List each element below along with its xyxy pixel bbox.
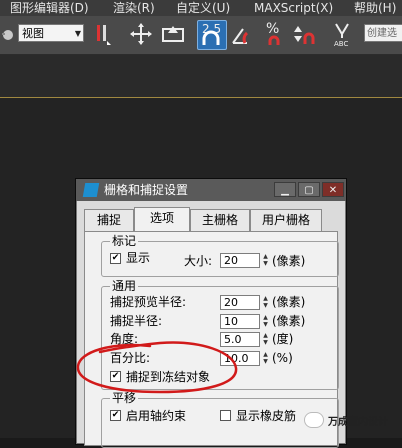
angle-label: 角度: <box>110 332 139 346</box>
marker-group-label: 标记 <box>110 233 139 249</box>
translation-group-label: 平移 <box>110 390 139 406</box>
percent-unit: (%) <box>272 351 293 365</box>
minimize-icon: ▁ <box>281 185 289 196</box>
snap-radius-label: 捕捉半径: <box>110 314 163 328</box>
watermark-text: 万成室内设计 <box>328 416 388 428</box>
app-icon <box>82 183 100 197</box>
menu-bar: 图形编辑器(D) 渲染(R) 自定义(U) MAXScript(X) 帮助(H) <box>0 0 402 16</box>
snap-preview-radius-label: 捕捉预览半径: <box>110 295 187 309</box>
view-dropdown-value: 视图 <box>22 27 44 40</box>
pivot-icon[interactable] <box>90 21 114 47</box>
display-marker-label: 显示 <box>126 251 151 265</box>
snap-radius-unit: (像素) <box>272 314 306 328</box>
angle-spinner[interactable]: ▲ ▼ <box>261 332 270 347</box>
rubber-band-checkbox[interactable] <box>220 410 231 421</box>
menu-help[interactable]: 帮助(H) <box>354 0 396 16</box>
restore-icon: ▢ <box>304 185 314 196</box>
chat-icon <box>304 412 324 428</box>
snap-preview-radius-input[interactable]: 20 <box>220 295 260 310</box>
snap-to-frozen-label: 捕捉到冻结对象 <box>126 370 211 384</box>
keyboard-shortcut-icon[interactable] <box>160 21 186 47</box>
display-marker-checkbox[interactable]: ✔ <box>110 253 121 264</box>
grid-snap-settings-dialog: 栅格和捕捉设置 ▁ ▢ ✕ 捕捉 选项 主栅格 用户栅格 标记 ✔ 显示 大小:… <box>75 178 347 448</box>
selection-set-field[interactable]: 创建选 <box>364 24 402 42</box>
restore-button[interactable]: ▢ <box>298 182 320 197</box>
menu-maxscript[interactable]: MAXScript(X) <box>254 0 333 16</box>
rubber-band-label: 显示橡皮筋 <box>236 409 297 423</box>
axis-constraint-label: 启用轴约束 <box>126 409 187 423</box>
select-move-icon[interactable] <box>128 21 154 47</box>
marker-size-unit: (像素) <box>272 254 306 268</box>
edit-named-selection-icon[interactable]: ABC <box>330 21 356 48</box>
snap-to-frozen-checkbox[interactable]: ✔ <box>110 371 121 382</box>
menu-customize[interactable]: 自定义(U) <box>176 0 230 16</box>
main-toolbar: 视图 ▼ 2.5 % ABC 创建选 <box>0 16 402 55</box>
dialog-title: 栅格和捕捉设置 <box>104 183 189 197</box>
close-button[interactable]: ✕ <box>322 182 344 197</box>
tab-snaps[interactable]: 捕捉 <box>84 209 134 231</box>
percent-snap-icon[interactable]: % <box>262 21 286 47</box>
spinner-snap-icon[interactable] <box>292 21 318 47</box>
command-strip <box>0 55 402 97</box>
general-group-label: 通用 <box>110 278 139 294</box>
percent-label: 百分比: <box>110 351 151 365</box>
axis-constraint-checkbox[interactable]: ✔ <box>110 410 121 421</box>
minimize-button[interactable]: ▁ <box>274 182 296 197</box>
marker-size-label: 大小: <box>184 254 213 268</box>
teapot-icon[interactable] <box>0 21 16 47</box>
angle-input[interactable]: 5.0 <box>220 332 260 347</box>
dialog-titlebar[interactable]: 栅格和捕捉设置 ▁ ▢ ✕ <box>76 179 346 201</box>
snap-preview-radius-spinner[interactable]: ▲ ▼ <box>261 295 270 310</box>
tab-home-grid[interactable]: 主栅格 <box>190 209 250 231</box>
general-group: 通用 捕捉预览半径: 20 ▲ ▼ (像素) 捕捉半径: 10 ▲ ▼ (像素) 角… <box>101 278 339 390</box>
close-icon: ✕ <box>328 185 338 196</box>
angle-unit: (度) <box>272 332 294 346</box>
watermark: 万成室内设计 <box>304 410 388 430</box>
menu-graph-editors[interactable]: 图形编辑器(D) <box>10 0 89 16</box>
abc-label: ABC <box>334 40 349 48</box>
angle-snap-icon[interactable] <box>230 21 256 47</box>
snap-toggle-button[interactable]: 2.5 <box>197 20 227 50</box>
options-panel: 标记 ✔ 显示 大小: 20 ▲ ▼ (像素) 通用 捕捉预览半径: 20 ▲ ▼ … <box>84 231 339 448</box>
chevron-down-icon: ▼ <box>74 29 81 38</box>
view-dropdown[interactable]: 视图 ▼ <box>18 24 84 42</box>
snap-preview-radius-unit: (像素) <box>272 295 306 309</box>
percent-input[interactable]: 10.0 <box>220 351 260 366</box>
percent-spinner[interactable]: ▲ ▼ <box>261 351 270 366</box>
marker-size-input[interactable]: 20 <box>220 253 260 268</box>
snap-radius-input[interactable]: 10 <box>220 314 260 329</box>
snap-radius-spinner[interactable]: ▲ ▼ <box>261 314 270 329</box>
tab-options[interactable]: 选项 <box>134 207 190 231</box>
marker-size-spinner[interactable]: ▲ ▼ <box>261 253 270 268</box>
tab-user-grids[interactable]: 用户栅格 <box>250 209 322 231</box>
menu-rendering[interactable]: 渲染(R) <box>113 0 155 16</box>
marker-group: 标记 ✔ 显示 大小: 20 ▲ ▼ (像素) <box>101 233 339 277</box>
